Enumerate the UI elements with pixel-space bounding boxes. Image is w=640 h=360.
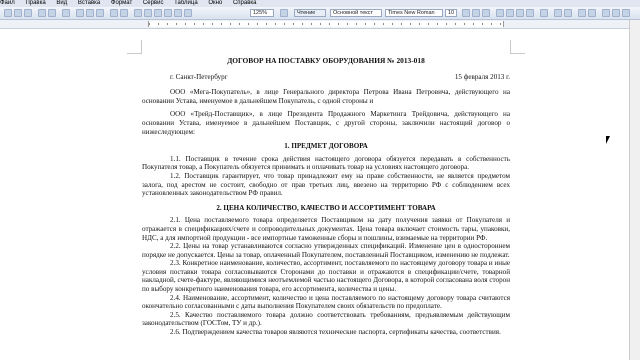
align-center-icon[interactable]: [506, 9, 514, 17]
redo-icon[interactable]: [120, 9, 128, 17]
new-icon[interactable]: [4, 9, 12, 17]
clause-2-6: 2.6. Подтверждением качества товаров явл…: [170, 328, 501, 337]
menu-view[interactable]: Вид: [56, 0, 67, 7]
table-icon[interactable]: [144, 9, 152, 17]
contract-city: г. Санкт-Петербург: [170, 72, 228, 81]
clause-2-2: 2.2. Цены на товар устанавливаются согла…: [142, 242, 510, 259]
menu-window[interactable]: Окно: [208, 0, 222, 7]
paragraph-marks-icon[interactable]: [184, 9, 192, 17]
preview-icon[interactable]: [48, 9, 56, 17]
vertical-scrollbar[interactable]: [629, 20, 640, 360]
highlight-icon[interactable]: [612, 9, 620, 17]
section-2-heading: 2. ЦЕНА КОЛИЧЕСТВО, КАЧЕСТВО И АССОРТИМЕ…: [216, 203, 436, 212]
style-select[interactable]: Основной текст: [330, 9, 382, 17]
align-left-icon[interactable]: [496, 9, 504, 17]
margin-corner-top-right-h: [511, 53, 525, 54]
bold-icon[interactable]: [462, 9, 470, 17]
margin-corner-top-left: [141, 40, 142, 54]
clause-2-4: 2.4. Наименование, ассортимент, количест…: [142, 293, 510, 311]
formatting-toolbar: 125% Чтение Основной текст Times New Rom…: [0, 7, 640, 20]
font-size-select[interactable]: 10: [445, 9, 457, 17]
contract-title: ДОГОВОР НА ПОСТАВКУ ОБОРУДОВАНИЯ № 2013-…: [227, 56, 425, 65]
document-text[interactable]: ДОГОВОР НА ПОСТАВКУ ОБОРУДОВАНИЯ № 2013-…: [142, 56, 510, 337]
menu-file[interactable]: Файл: [0, 0, 15, 7]
border-icon[interactable]: [602, 9, 610, 17]
clause-2-5: 2.5. Качество поставляемого товара должн…: [142, 310, 510, 328]
menu-insert[interactable]: Вставка: [78, 0, 100, 7]
drawing-icon[interactable]: [164, 9, 172, 17]
paste-icon[interactable]: [96, 9, 104, 17]
docmap-icon[interactable]: [174, 9, 182, 17]
line-spacing-icon[interactable]: [540, 9, 548, 17]
margin-corner-top-right: [510, 40, 511, 54]
menu-help[interactable]: Справка: [233, 0, 257, 7]
margin-corner-top-left-h: [127, 53, 141, 54]
cut-icon[interactable]: [76, 9, 84, 17]
help-icon[interactable]: [280, 9, 288, 17]
contract-date: 15 февраля 2013 г.: [454, 72, 510, 81]
underline-icon[interactable]: [482, 9, 490, 17]
clause-2-3: 2.3. Конкретное наименование, количество…: [142, 259, 510, 294]
ruler-scale: [148, 21, 504, 27]
bullets-icon[interactable]: [564, 9, 572, 17]
link-icon[interactable]: [134, 9, 142, 17]
menu-tools[interactable]: Сервис: [143, 0, 164, 7]
menu-edit[interactable]: Правка: [25, 0, 45, 7]
spelling-icon[interactable]: [62, 9, 70, 17]
reading-mode-button[interactable]: Чтение: [294, 9, 326, 17]
open-icon[interactable]: [14, 9, 22, 17]
numbering-icon[interactable]: [554, 9, 562, 17]
place-date-row: г. Санкт-Петербург 15 февраля 2013 г.: [142, 73, 510, 82]
horizontal-ruler[interactable]: [0, 20, 640, 29]
print-icon[interactable]: [38, 9, 46, 17]
italic-icon[interactable]: [472, 9, 480, 17]
menu-table[interactable]: Таблица: [174, 0, 198, 7]
clause-1-1: 1.1. Поставщик в течение срока действия …: [142, 154, 510, 172]
menu-format[interactable]: Формат: [111, 0, 132, 7]
copy-icon[interactable]: [86, 9, 94, 17]
party-supplier-paragraph: ООО «Трейд-Поставщик», в лице Президента…: [142, 110, 510, 136]
indent-icon[interactable]: [588, 9, 596, 17]
section-1-heading: 1. ПРЕДМЕТ ДОГОВОРА: [284, 142, 368, 151]
party-buyer-paragraph: ООО «Мега-Покупатель», в лице Генерально…: [142, 88, 510, 105]
clause-2-1: 2.1. Цена поставляемого товара определяе…: [142, 216, 510, 242]
justify-icon[interactable]: [526, 9, 534, 17]
undo-icon[interactable]: [110, 9, 118, 17]
zoom-select[interactable]: 125%: [250, 9, 274, 17]
save-icon[interactable]: [24, 9, 32, 17]
columns-icon[interactable]: [154, 9, 162, 17]
font-color-icon[interactable]: [622, 9, 630, 17]
clause-1-2: 1.2. Поставщик гарантирует, что товар пр…: [142, 171, 510, 198]
align-right-icon[interactable]: [516, 9, 524, 17]
menu-bar: Файл Правка Вид Вставка Формат Сервис Та…: [0, 0, 640, 7]
mouse-pointer-icon: [606, 136, 613, 144]
font-select[interactable]: Times New Roman: [385, 9, 443, 17]
outdent-icon[interactable]: [578, 9, 586, 17]
